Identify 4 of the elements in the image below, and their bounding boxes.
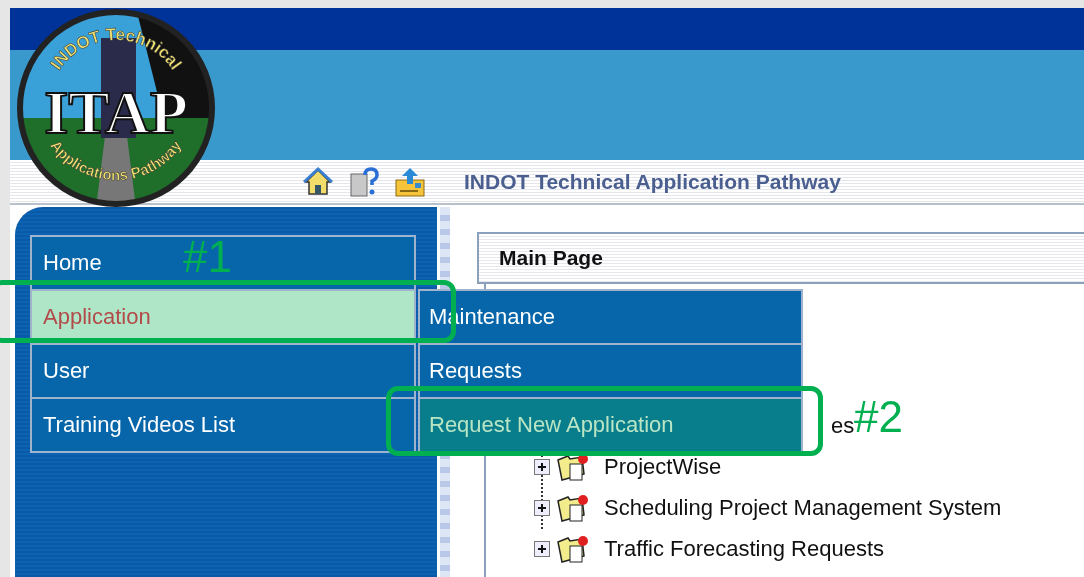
page-header: Main Page	[477, 232, 1084, 284]
step-label: #2	[854, 395, 903, 439]
app-title: INDOT Technical Application Pathway	[464, 169, 841, 194]
step-label: #1	[183, 235, 232, 279]
